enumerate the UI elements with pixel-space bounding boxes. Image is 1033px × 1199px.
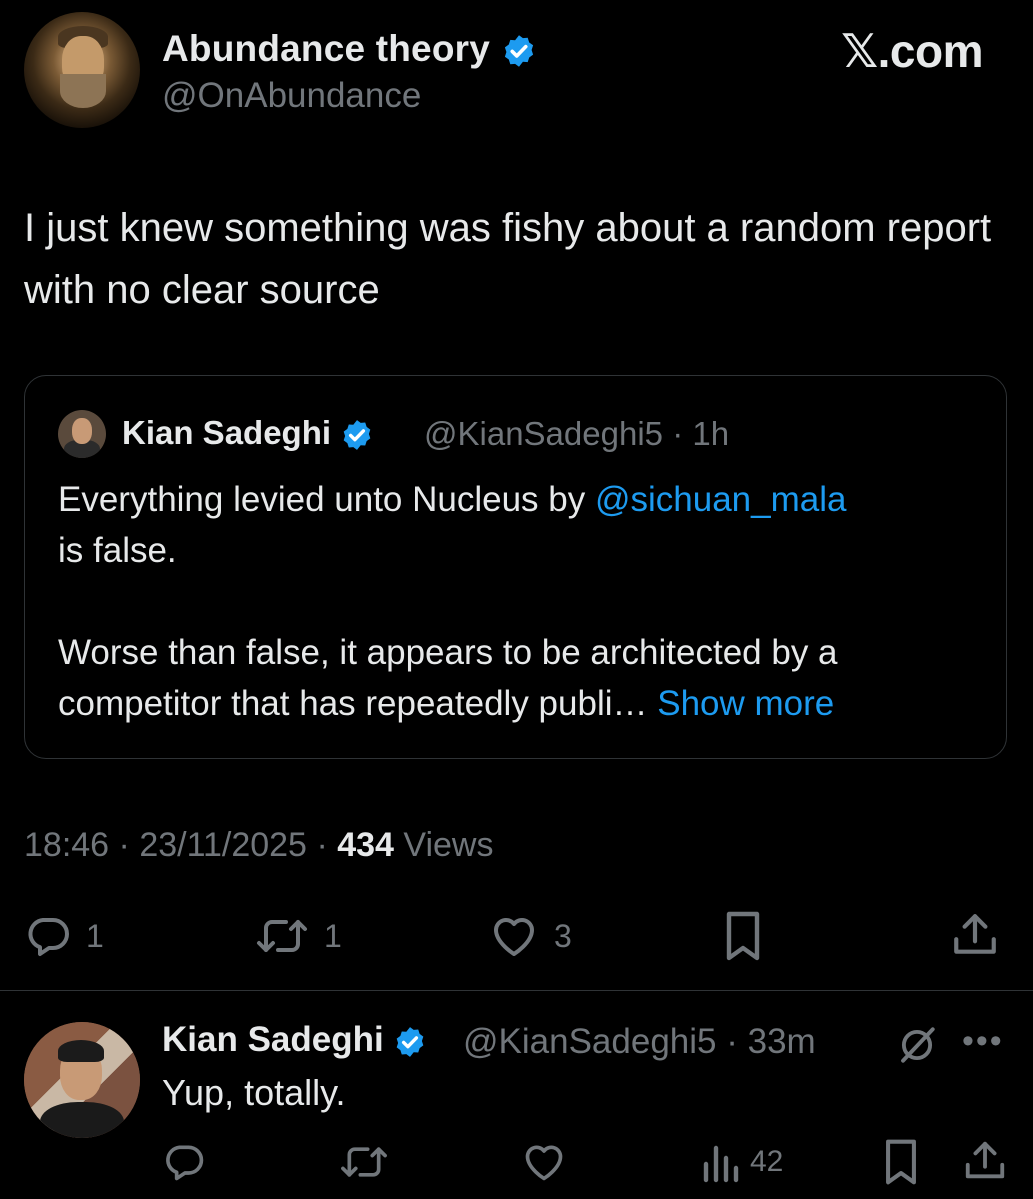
separator-dot: · (726, 1022, 748, 1061)
quote-text-part1: Everything levied unto Nucleus by (58, 480, 595, 519)
tweet-date[interactable]: 23/11/2025 (139, 826, 307, 864)
quote-handle-time: @KianSadeghi5 · 1h (424, 415, 729, 453)
heart-icon (494, 918, 534, 956)
reply-author-avatar[interactable] (24, 1022, 140, 1138)
reply-repost-button[interactable] (338, 1140, 390, 1184)
reply-button[interactable]: 1 (24, 912, 104, 960)
quote-text: Everything levied unto Nucleus by @sichu… (58, 474, 978, 729)
views-count: 434 (337, 826, 394, 864)
reply-like-button[interactable] (520, 1140, 568, 1184)
repost-button[interactable]: 1 (254, 912, 342, 960)
like-count: 3 (554, 917, 572, 954)
separator-dot: · (118, 826, 140, 864)
share-icon (965, 1141, 1005, 1179)
reply-share-button[interactable] (962, 1138, 1008, 1184)
reply-views-button[interactable]: 42 (700, 1140, 783, 1184)
quote-author-handle: @KianSadeghi5 (424, 415, 664, 452)
author-handle[interactable]: @OnAbundance (162, 76, 421, 116)
repost-count: 1 (324, 917, 342, 954)
reply-handle-time: @KianSadeghi5 · 33m (463, 1022, 816, 1062)
bookmark-icon (886, 1139, 916, 1185)
reply-author-name[interactable]: Kian Sadeghi (162, 1020, 384, 1059)
quote-text-part2: is false. (58, 531, 177, 570)
mention-link[interactable]: @sichuan_mala (595, 480, 847, 519)
repost-icon (257, 920, 307, 952)
reply-icon (166, 1145, 204, 1181)
reply-author-name-row[interactable]: Kian Sadeghi (162, 1020, 427, 1060)
tweet-time[interactable]: 18:46 (24, 826, 109, 864)
reply-count: 1 (86, 917, 104, 954)
reply-reply-button[interactable] (162, 1140, 206, 1184)
reply-text: Yup, totally. (162, 1072, 346, 1113)
tweet-text: I just knew something was fishy about a … (24, 206, 992, 312)
reply-icon (28, 918, 69, 956)
heart-icon (525, 1145, 563, 1181)
quote-author-avatar[interactable] (58, 410, 106, 458)
author-avatar[interactable] (24, 12, 140, 128)
views-label: Views (403, 826, 494, 864)
reply-bookmark-button[interactable] (880, 1138, 922, 1186)
reply-time[interactable]: 33m (748, 1022, 816, 1061)
like-button[interactable]: 3 (488, 912, 572, 960)
bookmark-icon (726, 911, 760, 961)
more-options-icon[interactable]: ••• (962, 1022, 1004, 1061)
share-icon (954, 914, 996, 954)
quote-time: 1h (692, 415, 730, 452)
reply-views-count: 42 (750, 1145, 784, 1178)
separator-dot: · (672, 415, 693, 452)
repost-icon (341, 1147, 387, 1177)
grok-button[interactable] (896, 1024, 938, 1071)
quote-author-name-row: Kian Sadeghi (122, 414, 374, 452)
separator-dot: · (316, 826, 338, 864)
show-more-link[interactable]: Show more (657, 684, 834, 723)
verified-badge-icon (504, 35, 533, 67)
views-chart-icon (703, 1145, 739, 1183)
reply-author-handle[interactable]: @KianSadeghi5 (463, 1022, 717, 1061)
grok-icon (901, 1027, 935, 1063)
x-com-watermark: 𝕏.com (841, 25, 983, 77)
verified-badge-icon (397, 1026, 424, 1057)
tweet-meta: 18:46 · 23/11/2025 · 434 Views (24, 826, 494, 865)
author-name-row[interactable]: Abundance theory (162, 28, 537, 70)
share-button[interactable] (950, 910, 1000, 960)
bookmark-button[interactable] (720, 910, 766, 962)
verified-badge-icon (343, 420, 371, 451)
divider (0, 990, 1033, 991)
quote-author-name: Kian Sadeghi (122, 414, 332, 451)
author-name[interactable]: Abundance theory (162, 28, 490, 69)
